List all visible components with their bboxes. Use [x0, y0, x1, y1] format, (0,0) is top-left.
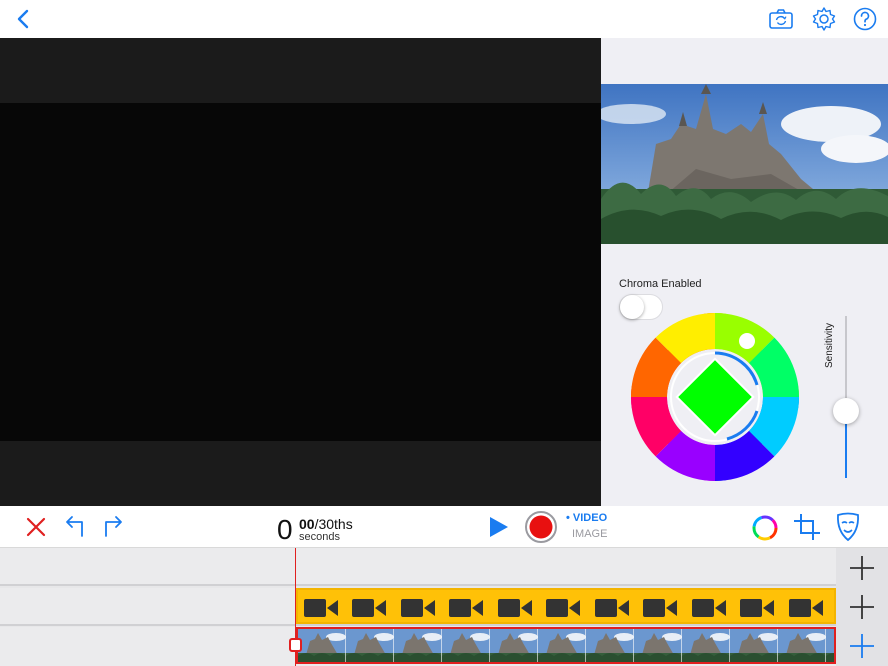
- record-icon[interactable]: [524, 510, 558, 544]
- video-camera-icon: [692, 599, 726, 617]
- video-camera-icon: [789, 599, 823, 617]
- plus-icon[interactable]: [848, 632, 876, 660]
- camera-switch-icon[interactable]: [768, 6, 794, 32]
- close-icon[interactable]: [24, 515, 48, 539]
- video-camera-icon: [595, 599, 629, 617]
- video-camera-icon: [449, 599, 483, 617]
- playhead-handle[interactable]: [289, 638, 302, 652]
- play-icon[interactable]: [486, 515, 510, 539]
- add-track-column: [836, 548, 888, 666]
- plus-icon[interactable]: [848, 593, 876, 621]
- help-icon[interactable]: [852, 6, 878, 32]
- chroma-enabled-label: Chroma Enabled: [619, 278, 702, 290]
- color-wheel-icon[interactable]: [751, 514, 779, 542]
- chevron-left-icon[interactable]: [12, 7, 36, 31]
- background-image[interactable]: [601, 84, 888, 244]
- video-camera-icon: [401, 599, 435, 617]
- video-camera-icon: [546, 599, 580, 617]
- time-frames: 00/30ths: [299, 516, 353, 532]
- crop-icon[interactable]: [792, 512, 822, 542]
- top-bar: [0, 0, 888, 38]
- sensitivity-slider-knob[interactable]: [833, 398, 859, 424]
- video-frame: [0, 103, 601, 441]
- app-root: Chroma Enabled Sensitivity 0 00/30ths se…: [0, 0, 888, 666]
- image-clip[interactable]: [296, 627, 836, 664]
- time-seconds: 0: [277, 514, 293, 545]
- video-camera-icon: [304, 599, 338, 617]
- plus-icon[interactable]: [848, 554, 876, 582]
- video-camera-icon: [740, 599, 774, 617]
- video-camera-icon: [643, 599, 677, 617]
- time-frames-value: 00: [299, 516, 315, 532]
- toolbar: 0 00/30ths seconds • VIDEO IMAGE: [0, 506, 888, 548]
- chroma-panel: Chroma Enabled Sensitivity: [601, 38, 888, 506]
- timeline-track-empty[interactable]: [0, 548, 836, 586]
- video-camera-icon: [498, 599, 532, 617]
- color-wheel[interactable]: [631, 313, 799, 481]
- mode-video[interactable]: • VIDEO: [566, 512, 607, 524]
- gear-icon[interactable]: [811, 6, 837, 32]
- mode-image[interactable]: IMAGE: [572, 528, 607, 540]
- redo-icon[interactable]: [100, 514, 126, 540]
- time-unit-label: seconds: [299, 531, 340, 543]
- video-camera-icon: [352, 599, 386, 617]
- video-clip[interactable]: [296, 588, 836, 624]
- castle-thumbnail-strip: [298, 629, 834, 662]
- sensitivity-label: Sensitivity: [824, 322, 835, 368]
- timeline: [0, 548, 888, 666]
- mask-icon[interactable]: [835, 511, 861, 543]
- undo-icon[interactable]: [62, 514, 88, 540]
- video-preview[interactable]: [0, 38, 601, 506]
- time-frames-unit: /30ths: [314, 516, 353, 532]
